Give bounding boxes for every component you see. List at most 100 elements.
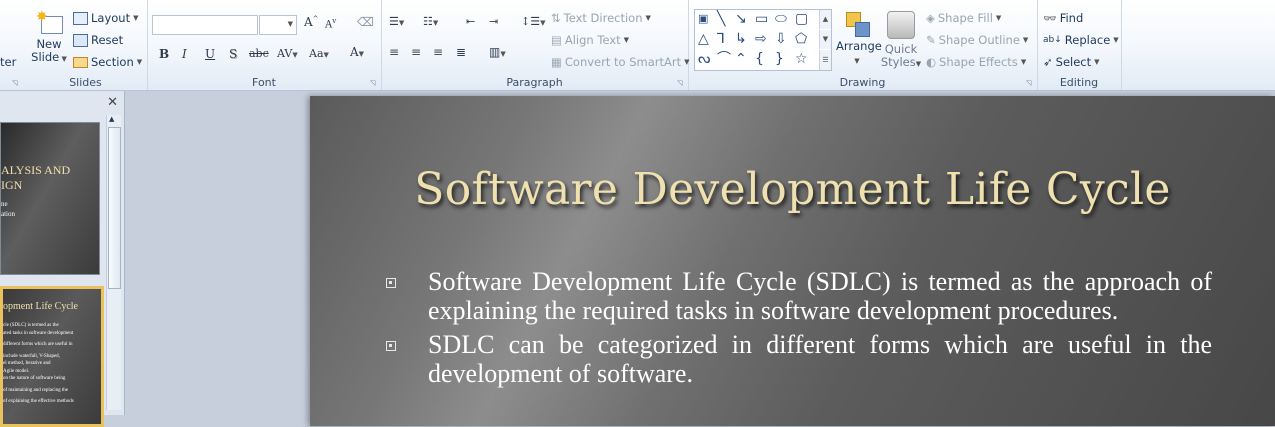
dialog-launcher-icon[interactable]: ◹ <box>12 79 20 87</box>
grow-font-label: A <box>304 15 313 29</box>
underline-button[interactable]: U <box>205 47 215 61</box>
layout-label: Layout <box>91 11 131 25</box>
shrink-font-button[interactable]: Av <box>325 17 336 30</box>
scrollbar-thumb[interactable] <box>108 127 121 289</box>
align-left-icon[interactable]: ≡ <box>389 45 399 59</box>
textbox-shape-icon[interactable]: ▣ <box>698 12 708 26</box>
partial-ribbon-label[interactable]: ter <box>0 55 16 69</box>
align-text-button[interactable]: ▤ Align Text ▼ <box>551 33 629 47</box>
thumb1-title-line-2: IGN <box>1 178 23 192</box>
replace-label: Replace <box>1064 33 1111 47</box>
strikethrough-button[interactable]: abc <box>249 47 269 60</box>
change-case-label: Aa <box>309 47 324 60</box>
shape-fill-label: Shape Fill <box>937 11 993 25</box>
gallery-scroll-down-icon[interactable]: ▼ <box>819 30 831 49</box>
smartart-icon: ▦ <box>551 55 562 69</box>
new-slide-button[interactable]: ✸ New Slide ▼ <box>30 8 68 74</box>
new-slide-label-1: New <box>36 37 62 51</box>
font-size-box[interactable]: ▼ <box>259 15 297 35</box>
slide-thumbnail-2-selected[interactable]: opment Life Cycle cle (SDLC) is termed a… <box>0 286 104 427</box>
thumb2-line-1: cle (SDLC) is termed as the <box>3 323 59 328</box>
pentagon-shape-icon[interactable]: ⬠ <box>795 32 807 46</box>
align-right-icon[interactable]: ≡ <box>433 45 443 59</box>
font-name-box[interactable] <box>152 15 258 35</box>
select-button[interactable]: ➶ Select ▼ <box>1043 55 1100 69</box>
reset-button[interactable]: Reset <box>73 33 123 47</box>
slide-thumbnail-1[interactable]: ALYSIS AND IGN ne ation <box>0 122 100 275</box>
close-icon[interactable]: ✕ <box>107 95 118 110</box>
columns-icon[interactable]: ▥▼ <box>489 45 506 59</box>
scroll-up-icon[interactable]: ▲ <box>109 115 114 123</box>
arrow-line-shape-icon[interactable]: ↘ <box>735 12 747 26</box>
line-spacing-icon[interactable]: ↕☰▼ <box>521 15 545 28</box>
shapes-gallery[interactable]: ▣ ╲ ↘ ▭ ⬭ ▢ △ ⅂ ↳ ⇨ ⇩ ⬠ ᔓ ⌒ ⌃ { } ☆ ▲ ▼ … <box>694 9 832 71</box>
shape-fill-button[interactable]: ◈ Shape Fill ▼ <box>926 11 1001 25</box>
gallery-scroll-up-icon[interactable]: ▲ <box>819 10 831 29</box>
text-direction-button[interactable]: ⇅ Text Direction ▼ <box>551 11 651 25</box>
bullets-icon[interactable]: ☰▼ <box>389 15 404 28</box>
arc-shape-icon[interactable]: ⌃ <box>735 52 747 66</box>
slide-bullet-list[interactable]: Software Development Life Cycle (SDLC) i… <box>382 267 1212 394</box>
gallery-more-icon[interactable]: ☰ <box>819 50 831 70</box>
right-arrow-shape-icon[interactable]: ⇨ <box>755 32 767 46</box>
thumbnail-scrollbar[interactable]: ▲ <box>106 115 121 410</box>
slide-canvas[interactable]: Software Development Life Cycle Software… <box>310 96 1275 426</box>
star-shape-icon[interactable]: ☆ <box>795 52 808 66</box>
thumb2-line-6: Agile model. <box>3 368 30 374</box>
grow-font-button[interactable]: A^ <box>304 15 319 29</box>
arrange-button[interactable]: Arrange ▼ <box>836 8 882 72</box>
freeform-shape-icon[interactable]: ᔓ <box>698 52 710 66</box>
editing-group-label: Editing <box>1059 76 1099 89</box>
drawing-dialog-launcher-icon[interactable]: ◹ <box>1026 79 1034 87</box>
thumb2-title: opment Life Cycle <box>3 301 78 312</box>
binoculars-icon: 👓 <box>1043 11 1057 25</box>
section-label: Section <box>91 55 134 69</box>
down-arrow-shape-icon[interactable]: ⇩ <box>775 32 787 46</box>
find-button[interactable]: 👓 Find <box>1043 11 1083 25</box>
numbering-icon[interactable]: ☷▼ <box>423 15 438 28</box>
left-brace-shape-icon[interactable]: { <box>755 52 764 66</box>
paragraph-dialog-launcher-icon[interactable]: ◹ <box>677 79 685 87</box>
bold-button[interactable]: B <box>159 47 169 61</box>
change-case-button[interactable]: Aa▼ <box>309 47 329 60</box>
font-size-dropdown-icon[interactable]: ▼ <box>288 20 293 28</box>
shape-effects-button[interactable]: ◐ Shape Effects ▼ <box>926 55 1026 69</box>
bullet-item[interactable]: Software Development Life Cycle (SDLC) i… <box>382 267 1212 325</box>
shape-outline-button[interactable]: ✎ Shape Outline ▼ <box>926 33 1028 47</box>
triangle-shape-icon[interactable]: △ <box>698 32 709 46</box>
paragraph-group-label: Paragraph <box>506 76 563 89</box>
quick-styles-icon <box>887 11 915 39</box>
decrease-indent-icon[interactable]: ⇤ <box>466 15 475 28</box>
elbow-arrow-connector-icon[interactable]: ↳ <box>735 32 747 46</box>
clear-formatting-icon[interactable]: ⌫ <box>357 15 374 29</box>
right-brace-shape-icon[interactable]: } <box>775 52 784 66</box>
font-group: ▼ A^ Av ⌫ B I U S abc AV▼ Aa▼ A▼ Font ◹ <box>147 0 382 90</box>
elbow-connector-icon[interactable]: ⅂ <box>717 32 725 46</box>
oval-shape-icon[interactable]: ⬭ <box>775 12 787 26</box>
bullet-text-1: Software Development Life Cycle (SDLC) i… <box>428 267 1212 325</box>
character-spacing-button[interactable]: AV▼ <box>277 47 298 60</box>
shadow-button[interactable]: S <box>229 47 237 61</box>
bullet-item[interactable]: SDLC can be categorized in different for… <box>382 330 1212 388</box>
quick-styles-button[interactable]: Quick Styles▼ <box>880 8 922 74</box>
rectangle-shape-icon[interactable]: ▭ <box>755 12 768 26</box>
italic-button[interactable]: I <box>182 47 187 61</box>
curve-shape-icon[interactable]: ⌒ <box>717 52 731 66</box>
increase-indent-icon[interactable]: ⇥ <box>489 15 498 28</box>
line-shape-icon[interactable]: ╲ <box>717 12 725 26</box>
new-slide-label-2: Slide <box>31 50 60 64</box>
thumb2-line-9: of explaining the effective methods <box>3 399 74 404</box>
rounded-rectangle-shape-icon[interactable]: ▢ <box>795 12 808 26</box>
slide-title[interactable]: Software Development Life Cycle <box>310 164 1275 215</box>
font-dialog-launcher-icon[interactable]: ◹ <box>370 79 378 87</box>
convert-smartart-button[interactable]: ▦ Convert to SmartArt ▼ <box>551 55 689 69</box>
align-center-icon[interactable]: ≡ <box>411 45 421 59</box>
replace-button[interactable]: ab↓ Replace ▼ <box>1043 33 1119 47</box>
layout-icon <box>73 11 88 25</box>
thumb1-title-line-1: ALYSIS AND <box>1 163 71 177</box>
layout-button[interactable]: Layout ▼ <box>73 11 138 25</box>
section-button[interactable]: Section ▼ <box>73 55 142 69</box>
pencil-icon: ✎ <box>926 33 936 47</box>
font-color-button[interactable]: A▼ <box>350 45 364 59</box>
justify-icon[interactable]: ≣ <box>456 45 466 59</box>
